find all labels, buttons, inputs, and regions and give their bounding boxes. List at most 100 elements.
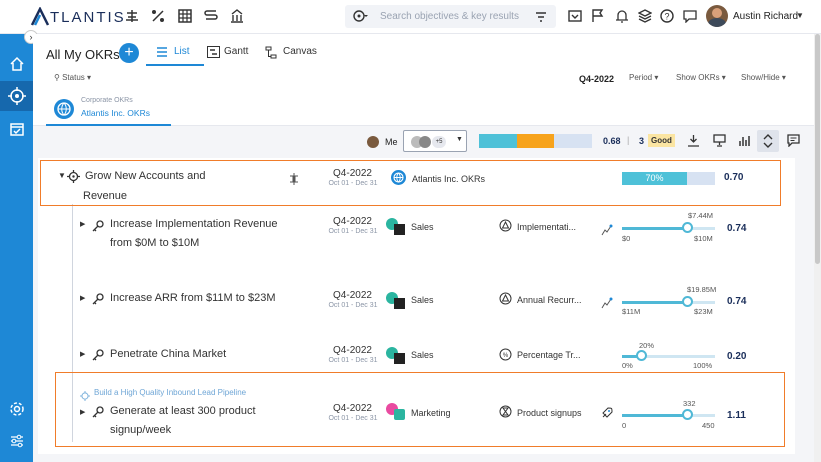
view-tab-list[interactable]: List xyxy=(146,42,204,66)
key-result-row[interactable]: ▶ Penetrate China Market Q4-2022 Oct 01 … xyxy=(38,340,795,374)
percent-circle-icon: % xyxy=(499,348,512,366)
canvas-icon xyxy=(265,46,277,59)
kr-score: 0.20 xyxy=(727,351,747,362)
key-result-row[interactable]: ▶ Increase ARR from $11M to $23M Q4-2022… xyxy=(38,285,795,326)
align-icon[interactable] xyxy=(124,8,140,24)
kr-start-value: $11M xyxy=(622,307,641,316)
kr-dates: Oct 01 - Dec 31 xyxy=(328,228,378,235)
gear-icon xyxy=(9,402,24,416)
quarter-select[interactable]: Q4-2022 xyxy=(579,74,614,84)
toolbar-row: Me +5 ▼ 0.68 | 3 Good xyxy=(33,126,821,158)
kr-current-value: $7.44M xyxy=(688,211,714,220)
period-dropdown[interactable]: Period ▾ xyxy=(629,73,658,82)
tab-corporate-okrs[interactable]: Corporate OKRs Atlantis Inc. OKRs xyxy=(46,94,171,126)
me-filter-label[interactable]: Me xyxy=(385,137,398,147)
presentation-icon[interactable] xyxy=(713,134,726,152)
kr-target-value: $23M xyxy=(694,307,713,316)
filter-icon[interactable] xyxy=(535,10,547,28)
svg-text:%: % xyxy=(503,353,509,359)
expand-caret-icon[interactable]: ▶ xyxy=(80,220,85,228)
view-tab-gantt[interactable]: Gantt xyxy=(205,42,255,66)
gantt-icon xyxy=(207,46,220,58)
key-icon xyxy=(92,219,104,237)
expand-caret-icon[interactable]: ▶ xyxy=(80,294,85,302)
overall-score: 0.68 xyxy=(603,136,621,146)
sliders-icon xyxy=(10,434,23,448)
kr-progress-fill xyxy=(622,227,691,230)
trend-icon[interactable] xyxy=(601,296,613,314)
kr-team[interactable]: Sales xyxy=(411,295,434,305)
key-result-highlight xyxy=(55,372,785,447)
kr-current-value: $19.85M xyxy=(687,285,717,294)
scrollbar-thumb[interactable] xyxy=(815,34,820,264)
user-avatar[interactable] xyxy=(706,5,728,27)
view-tab-canvas[interactable]: Canvas xyxy=(263,42,318,66)
kr-start-value: $0 xyxy=(622,234,631,243)
trend-icon[interactable] xyxy=(601,223,613,241)
avatar-more-count: +5 xyxy=(432,136,446,148)
bar-chart-icon[interactable] xyxy=(738,134,751,152)
list-toggle-icon[interactable] xyxy=(203,8,219,24)
metric-triangle-icon xyxy=(499,219,512,237)
kr-title[interactable]: Increase Implementation Revenue xyxy=(110,214,278,234)
me-avatar[interactable] xyxy=(367,136,379,148)
alarm-icon[interactable] xyxy=(614,8,630,24)
chevron-down-icon[interactable]: ▼ xyxy=(796,11,804,20)
checkins-nav-button[interactable] xyxy=(0,114,33,144)
download-icon[interactable] xyxy=(687,134,700,152)
layers-icon[interactable] xyxy=(637,8,653,24)
key-icon xyxy=(92,348,104,366)
settings-nav-button[interactable] xyxy=(0,394,33,424)
target-icon xyxy=(7,87,26,105)
kr-progress-handle[interactable] xyxy=(636,350,647,361)
status-distribution-bar[interactable] xyxy=(479,134,592,148)
okrs-nav-button[interactable] xyxy=(0,81,33,111)
help-icon[interactable]: ? xyxy=(659,8,675,24)
chat-icon[interactable] xyxy=(682,8,698,24)
svg-text:?: ? xyxy=(664,12,669,22)
show-okrs-dropdown[interactable]: Show OKRs ▾ xyxy=(676,73,726,82)
list-icon xyxy=(157,47,167,57)
left-nav: › xyxy=(0,30,38,462)
logo-mark-icon xyxy=(30,7,50,26)
building-icon[interactable] xyxy=(229,8,245,24)
team-icon xyxy=(386,292,406,310)
expand-collapse-button[interactable] xyxy=(757,130,779,152)
add-okr-button[interactable]: + xyxy=(119,43,139,63)
kr-team[interactable]: Sales xyxy=(411,222,434,232)
kr-metric: Implementati... xyxy=(517,222,577,232)
home-nav-button[interactable] xyxy=(0,49,33,79)
tab-line2: Atlantis Inc. OKRs xyxy=(81,108,150,118)
inbox-icon[interactable] xyxy=(567,8,583,24)
preferences-nav-button[interactable] xyxy=(0,426,33,456)
kr-team[interactable]: Sales xyxy=(411,350,434,360)
status-filter-label: Status xyxy=(62,73,85,82)
brand-name: TLANTIS xyxy=(50,9,126,26)
flag-icon[interactable] xyxy=(590,8,606,24)
key-result-row[interactable]: ▶ Increase Implementation Revenue from $… xyxy=(38,208,795,264)
grid-icon[interactable] xyxy=(177,8,193,24)
calendar-check-icon xyxy=(9,123,24,136)
team-icon xyxy=(386,347,406,365)
okr-scope-icon[interactable] xyxy=(353,9,369,28)
owner-avatars-select[interactable]: +5 ▼ xyxy=(403,130,467,152)
status-segment-at-risk xyxy=(517,134,554,148)
expand-caret-icon[interactable]: ▶ xyxy=(80,350,85,358)
kr-target-value: 100% xyxy=(693,361,713,370)
kr-title[interactable]: Penetrate China Market xyxy=(110,344,226,364)
kr-quarter: Q4-2022 xyxy=(333,345,372,356)
show-hide-dropdown[interactable]: Show/Hide ▾ xyxy=(741,73,786,82)
percent-icon[interactable] xyxy=(150,8,166,24)
kr-progress-handle[interactable] xyxy=(682,296,693,307)
scrollbar[interactable] xyxy=(814,34,821,462)
kr-title-line2[interactable]: from $0M to $10M xyxy=(110,233,199,253)
comment-icon[interactable] xyxy=(787,134,800,152)
kr-title[interactable]: Increase ARR from $11M to $23M xyxy=(110,288,275,308)
caret-down-icon: ▼ xyxy=(456,136,463,143)
kr-progress-handle[interactable] xyxy=(682,222,693,233)
user-name[interactable]: Austin Richard xyxy=(733,11,798,22)
search-box[interactable]: Search objectives & key results xyxy=(345,5,556,28)
search-input[interactable]: Search objectives & key results xyxy=(380,11,519,22)
status-filter[interactable]: ⚲ Status ▾ xyxy=(54,73,91,82)
kr-score: 0.74 xyxy=(727,296,747,307)
